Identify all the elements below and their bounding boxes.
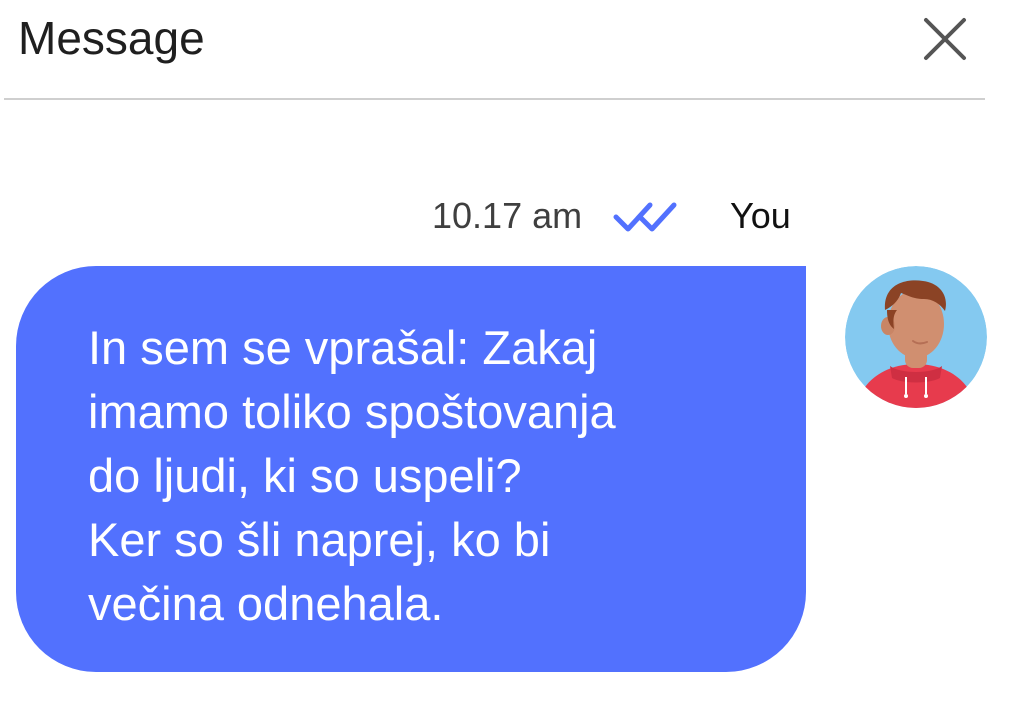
message-header: Message xyxy=(0,0,1024,100)
message-bubble: In sem se vprašal: Zakaj imamo toliko sp… xyxy=(16,266,806,672)
page-title: Message xyxy=(18,12,205,64)
user-avatar xyxy=(845,266,987,408)
message-sender: You xyxy=(730,195,791,236)
double-check-icon xyxy=(612,197,688,237)
close-button[interactable] xyxy=(918,12,972,66)
close-icon xyxy=(924,18,966,60)
message-time: 10.17 am xyxy=(432,195,583,236)
header-divider xyxy=(4,98,985,100)
message-text: In sem se vprašal: Zakaj imamo toliko sp… xyxy=(88,321,616,630)
